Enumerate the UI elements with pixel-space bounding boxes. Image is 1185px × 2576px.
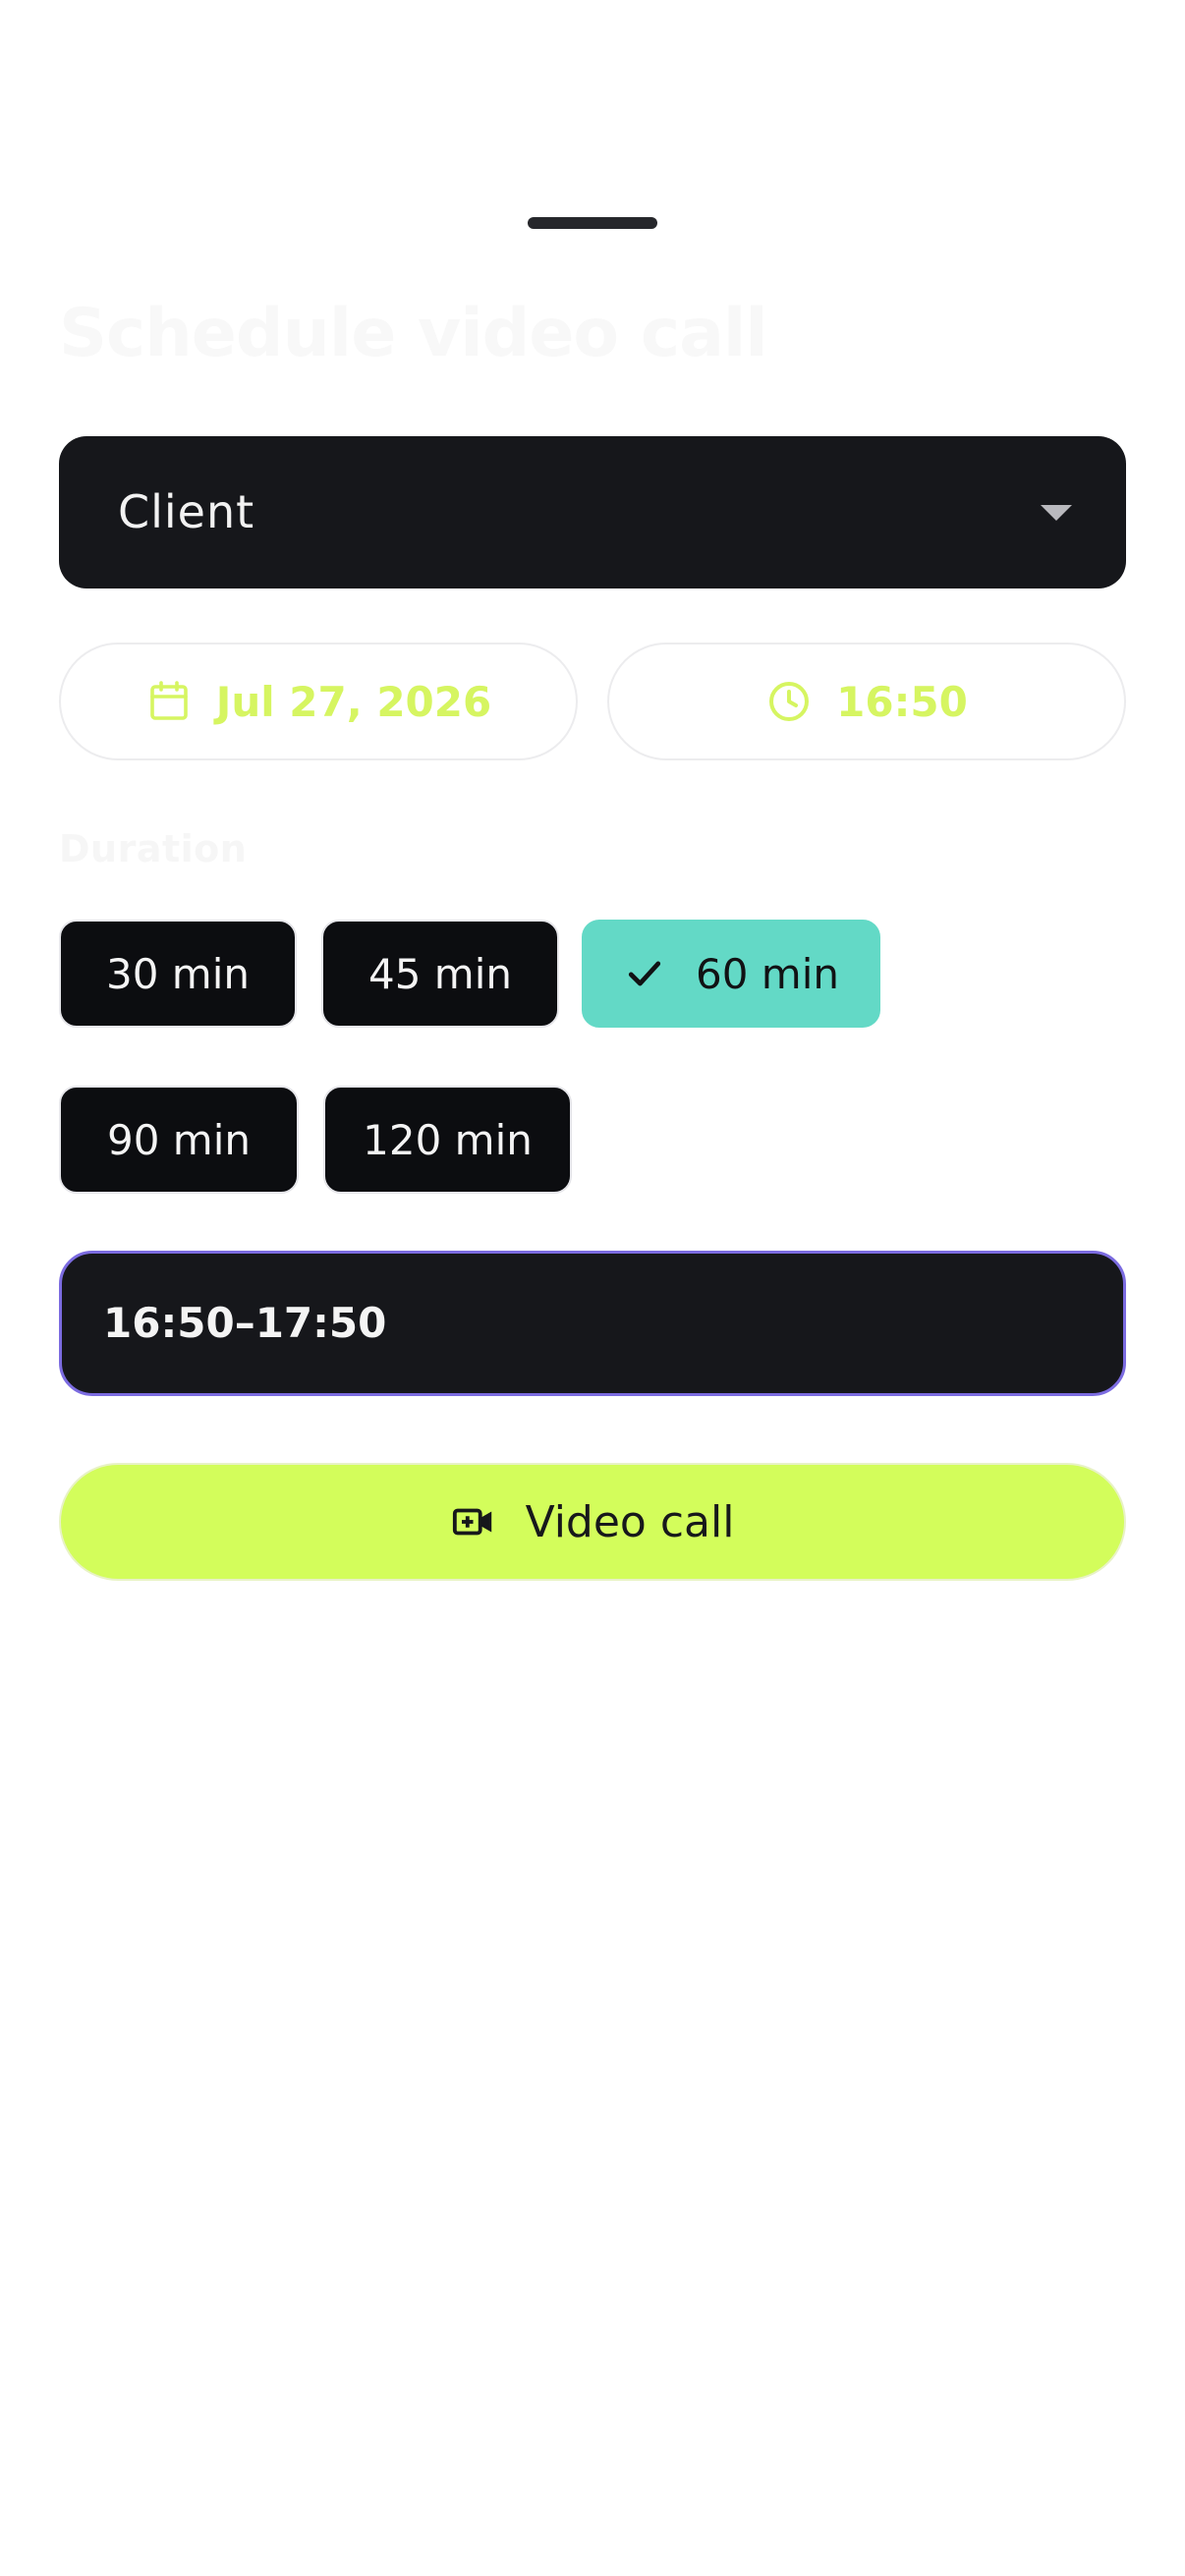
duration-chip-label: 120 min <box>363 1115 533 1164</box>
contact-select-value: Client <box>118 485 255 538</box>
time-label: 16:50 <box>836 677 968 726</box>
video-call-label: Video call <box>525 1496 735 1547</box>
calendar-icon <box>145 678 193 725</box>
duration-chip-120[interactable]: 120 min <box>323 1086 572 1194</box>
duration-chip-label: 60 min <box>696 949 839 998</box>
sheet-title: Schedule video call <box>59 295 768 372</box>
clock-icon <box>765 678 813 725</box>
duration-chip-label: 30 min <box>106 949 250 998</box>
drag-handle[interactable] <box>528 217 657 229</box>
time-button[interactable]: 16:50 <box>607 643 1126 760</box>
duration-label: Duration <box>59 827 248 870</box>
date-label: Jul 27, 2026 <box>215 677 492 726</box>
date-button[interactable]: Jul 27, 2026 <box>59 643 578 760</box>
duration-chip-label: 45 min <box>368 949 512 998</box>
video-call-button[interactable]: Video call <box>59 1463 1126 1581</box>
video-add-icon <box>451 1499 496 1544</box>
duration-chip-45[interactable]: 45 min <box>321 920 559 1028</box>
schedule-video-call-sheet: Schedule video call Client Jul 27, 2026 … <box>0 0 1185 2576</box>
duration-chip-label: 90 min <box>107 1115 251 1164</box>
duration-chip-90[interactable]: 90 min <box>59 1086 299 1194</box>
contact-select[interactable]: Client <box>59 436 1126 588</box>
time-range-value: 16:50–17:50 <box>103 1299 387 1347</box>
duration-chip-30[interactable]: 30 min <box>59 920 297 1028</box>
duration-chip-60[interactable]: 60 min <box>582 920 880 1028</box>
check-icon <box>623 952 666 995</box>
time-range-field[interactable]: 16:50–17:50 <box>59 1251 1126 1396</box>
chevron-down-icon <box>1041 505 1072 521</box>
